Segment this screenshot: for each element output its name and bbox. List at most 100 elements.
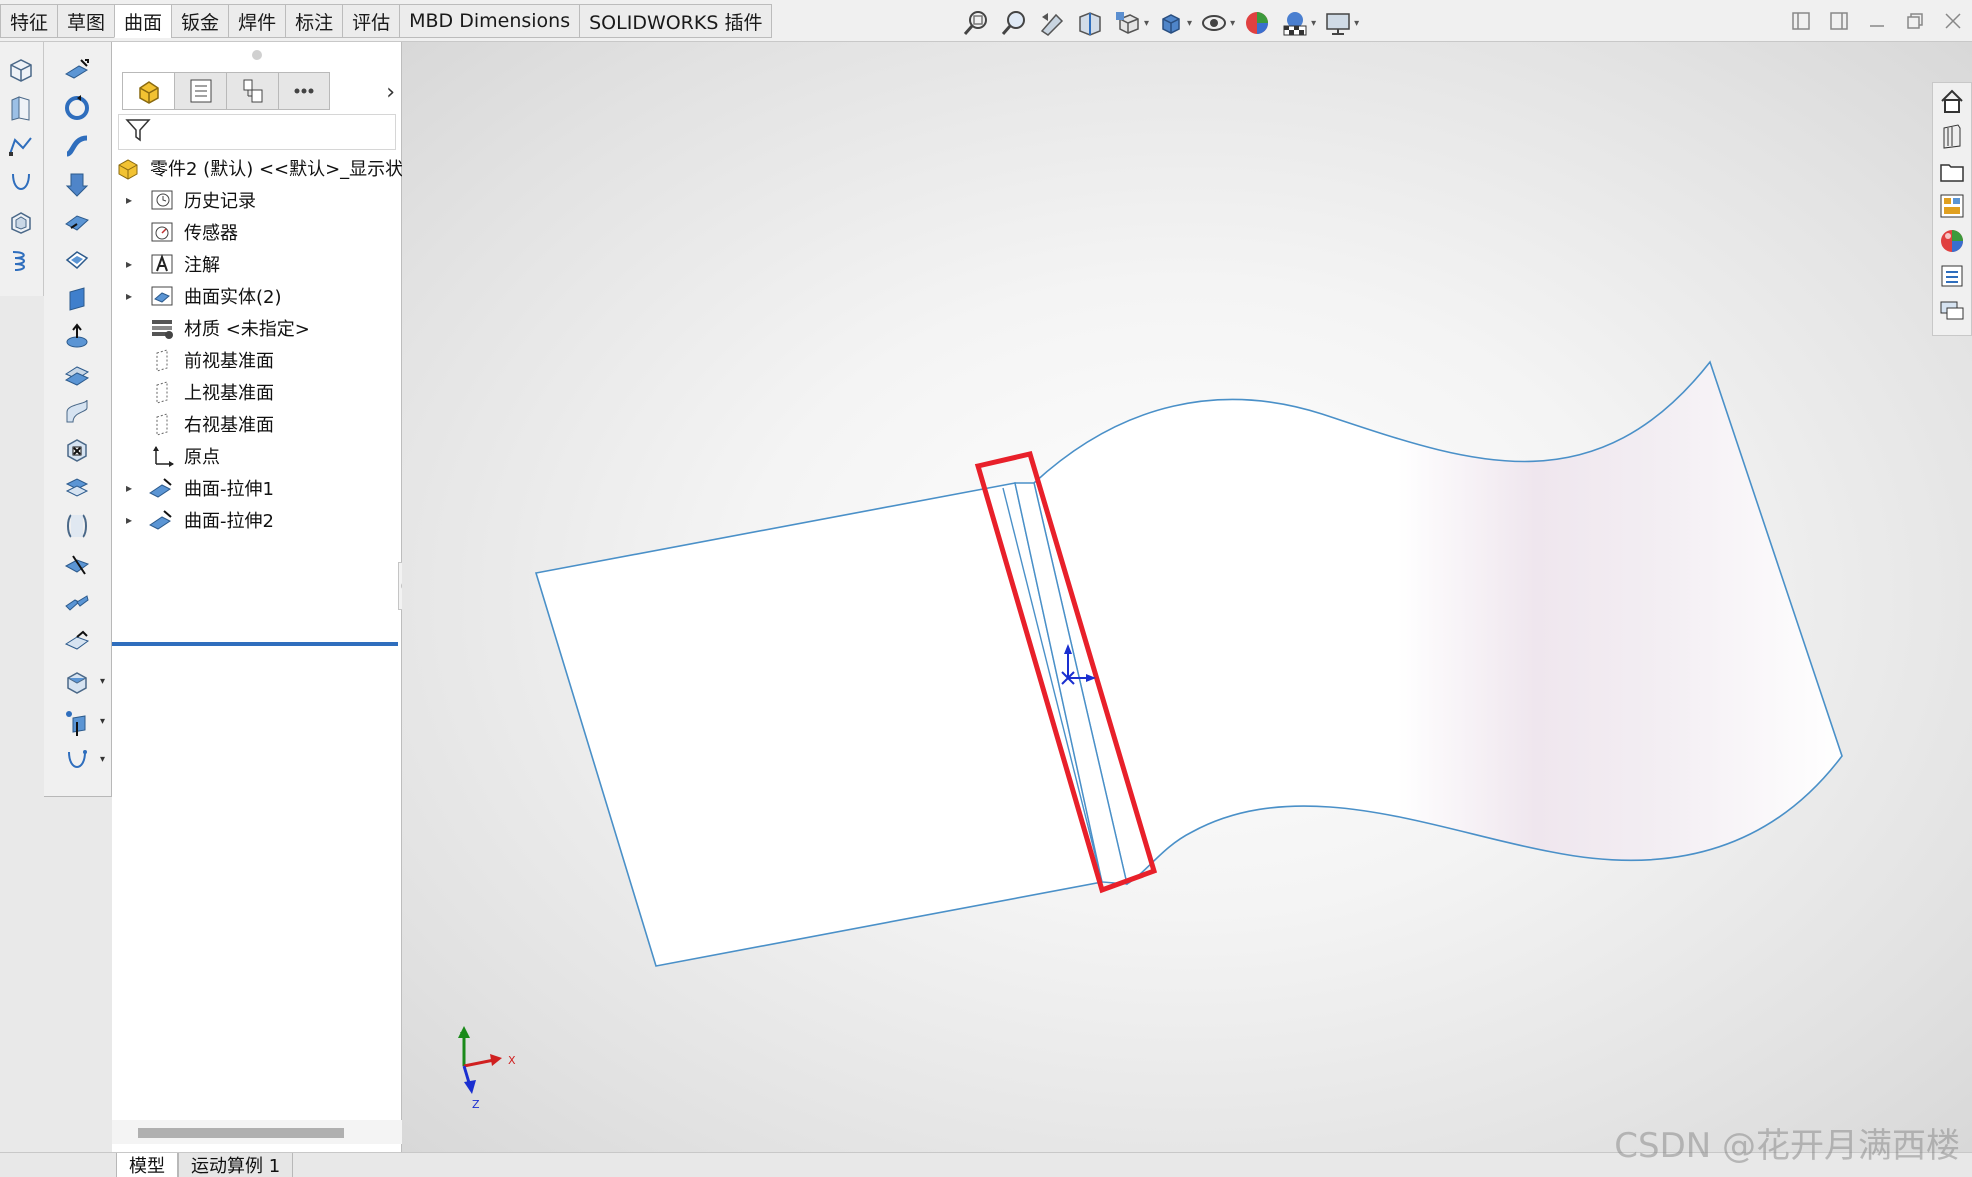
view-orientation-dropdown-icon[interactable]: ▾ [1144,18,1149,29]
tree-root[interactable]: 零件2 (默认) <<默认>_显示状态 [112,152,402,184]
freeform-icon[interactable] [60,320,94,352]
shell-box-icon[interactable] [4,206,38,238]
display-style-dropdown-icon[interactable]: ▾ [1187,18,1192,29]
replace-face-icon[interactable] [60,472,94,504]
design-library-icon[interactable] [1934,119,1970,153]
display-style-icon[interactable] [1155,8,1187,38]
zoom-to-area-icon[interactable] [998,8,1030,38]
expand-arrow-icon[interactable]: ▸ [126,257,138,271]
view-settings-icon[interactable] [1322,8,1354,38]
thicken-dropdown-icon[interactable]: ▾ [100,676,105,687]
custom-properties-icon[interactable] [1934,259,1970,293]
tree-item-material[interactable]: 材质 <未指定> [112,312,402,344]
polyline-sketch-icon[interactable] [4,130,38,162]
tree-item-origin[interactable]: 原点 [112,440,402,472]
tree-item-annotations[interactable]: ▸ 注解 [112,248,402,280]
boundary-surface-icon[interactable] [60,206,94,238]
tab-features[interactable]: 特征 [0,4,58,38]
tab-sheet-metal[interactable]: 钣金 [171,4,229,38]
minimize-icon[interactable] [1864,8,1890,34]
tree-filter[interactable] [118,114,396,150]
extruded-surface-icon[interactable] [60,54,94,86]
graphics-area[interactable]: Y X Z [402,42,1972,1152]
tile-right-icon[interactable] [1826,8,1852,34]
expand-arrow-icon[interactable]: ▸ [126,481,138,495]
reference-geometry-icon[interactable] [60,706,94,738]
close-icon[interactable] [1940,8,1966,34]
panel-handle[interactable] [252,50,262,60]
solidworks-resources-icon[interactable] [1934,84,1970,118]
feature-manager-tab[interactable] [122,72,174,110]
view-palette-icon[interactable] [1934,189,1970,223]
planar-surface-icon[interactable] [60,282,94,314]
tab-weldments[interactable]: 焊件 [228,4,286,38]
spline-u-icon[interactable] [4,168,38,200]
curves-icon[interactable] [60,744,94,776]
tab-markup[interactable]: 标注 [285,4,343,38]
tree-item-sensors[interactable]: 传感器 [112,216,402,248]
configuration-manager-tab[interactable] [226,72,278,110]
view-orientation-icon[interactable] [1112,8,1144,38]
rollback-bar[interactable] [112,642,398,646]
file-explorer-icon[interactable] [1934,154,1970,188]
helix-icon[interactable] [4,244,38,276]
appearances-scenes-icon[interactable] [1934,224,1970,258]
swept-surface-icon[interactable] [60,130,94,162]
tab-evaluate[interactable]: 评估 [342,4,400,38]
surface-fillet-icon[interactable] [60,626,94,658]
command-column-2: ▾ ▾ ▾ [44,42,112,797]
offset-surface-icon[interactable] [60,358,94,390]
trim-surface-icon[interactable] [60,550,94,582]
tab-model[interactable]: 模型 [116,1153,178,1177]
planar-surface[interactable] [534,482,1103,967]
knit-surface-icon[interactable] [60,588,94,620]
tree-item-top-plane[interactable]: 上视基准面 [112,376,402,408]
apply-scene-icon[interactable] [1279,8,1311,38]
horizontal-scrollbar[interactable] [112,1120,402,1144]
book-planes-icon[interactable] [4,92,38,124]
previous-view-icon[interactable] [1036,8,1068,38]
hide-show-dropdown-icon[interactable]: ▾ [1230,18,1235,29]
chevron-right-icon[interactable]: › [386,80,395,105]
expand-arrow-icon[interactable]: ▸ [126,193,138,207]
ruled-surface-icon[interactable] [60,396,94,428]
filter-icon[interactable] [123,115,153,149]
box-3d-icon[interactable] [4,54,38,86]
thicken-icon[interactable] [60,666,94,698]
expand-arrow-icon[interactable]: ▸ [126,513,138,527]
forum-icon[interactable] [1934,294,1970,328]
lofted-surface-icon[interactable] [60,168,94,200]
zoom-to-fit-icon[interactable] [960,8,992,38]
tree-item-front-plane[interactable]: 前视基准面 [112,344,402,376]
tab-sketch[interactable]: 草图 [57,4,115,38]
reference-geometry-dropdown-icon[interactable]: ▾ [100,716,105,727]
tab-mbd-dimensions[interactable]: MBD Dimensions [399,4,580,38]
apply-scene-dropdown-icon[interactable]: ▾ [1311,18,1316,29]
tree-item-surface-extrude-2[interactable]: ▸ 曲面-拉伸2 [112,504,402,536]
scrollbar-thumb[interactable] [138,1128,344,1138]
expand-arrow-icon[interactable]: ▸ [126,289,138,303]
origin-icon [148,443,176,469]
tree-item-history[interactable]: ▸ 历史记录 [112,184,402,216]
tree-item-surface-bodies[interactable]: ▸ 曲面实体(2) [112,280,402,312]
delete-face-icon[interactable] [60,434,94,466]
curves-dropdown-icon[interactable]: ▾ [100,754,105,765]
property-manager-tab[interactable] [174,72,226,110]
model-view[interactable]: Y X Z [402,42,1972,1152]
tab-motion-study[interactable]: 运动算例 1 [178,1153,294,1177]
tree-item-right-plane[interactable]: 右视基准面 [112,408,402,440]
restore-icon[interactable] [1902,8,1928,34]
tile-left-icon[interactable] [1788,8,1814,34]
tree-item-surface-extrude-1[interactable]: ▸ 曲面-拉伸1 [112,472,402,504]
revolved-surface-icon[interactable] [60,92,94,124]
untrim-surface-icon[interactable] [60,510,94,542]
more-managers-icon[interactable] [278,72,330,110]
tab-solidworks-addins[interactable]: SOLIDWORKS 插件 [579,4,773,38]
edit-appearance-icon[interactable] [1241,8,1273,38]
filled-surface-icon[interactable] [60,244,94,276]
hide-show-items-icon[interactable] [1198,8,1230,38]
curved-surface[interactable] [1033,360,1843,886]
tab-surfaces[interactable]: 曲面 [114,4,172,38]
section-view-icon[interactable] [1074,8,1106,38]
view-settings-dropdown-icon[interactable]: ▾ [1354,18,1359,29]
